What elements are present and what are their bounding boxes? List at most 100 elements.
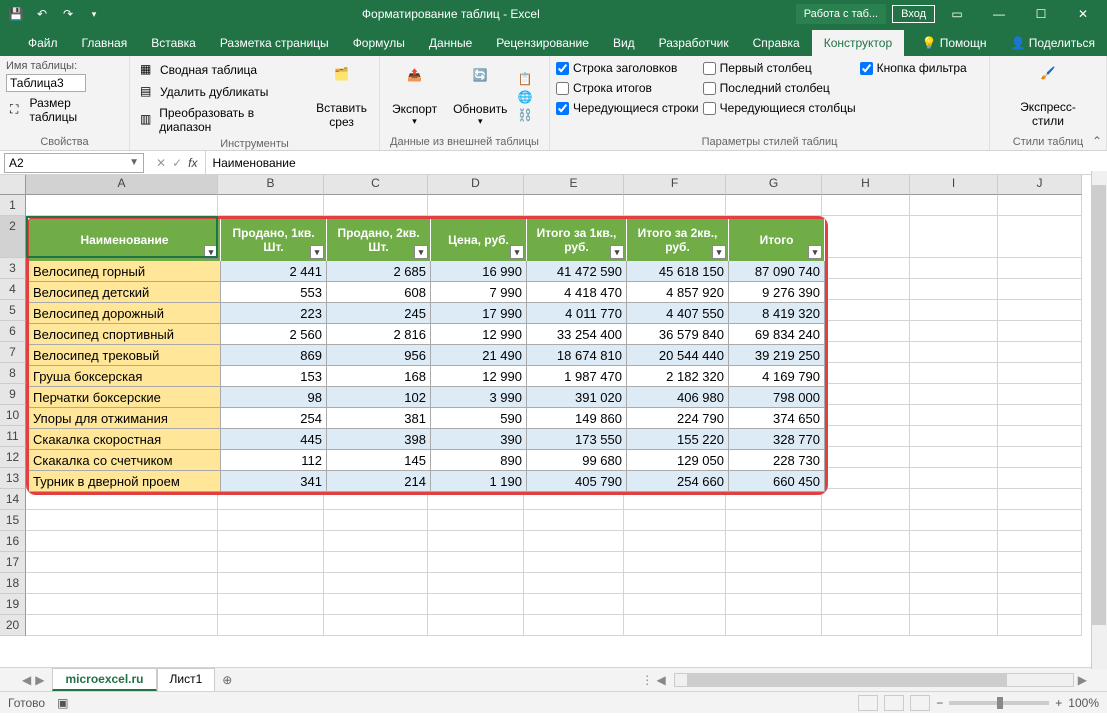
cell[interactable]	[822, 615, 910, 636]
cell[interactable]	[910, 321, 998, 342]
cell[interactable]	[910, 489, 998, 510]
table-cell[interactable]: 20 544 440	[627, 345, 729, 366]
select-all-corner[interactable]	[0, 175, 26, 195]
cell[interactable]	[218, 552, 324, 573]
formula-bar[interactable]: Наименование	[205, 151, 1107, 174]
table-cell[interactable]: Велосипед дорожный	[29, 303, 221, 324]
table-cell[interactable]: Велосипед горный	[29, 261, 221, 282]
cell[interactable]	[998, 216, 1082, 258]
table-cell[interactable]: 4 169 790	[729, 366, 825, 387]
row-header[interactable]: 9	[0, 384, 26, 405]
row-header[interactable]: 11	[0, 426, 26, 447]
row-header[interactable]: 20	[0, 615, 26, 636]
table-cell[interactable]: Упоры для отжимания	[29, 408, 221, 429]
cell[interactable]	[726, 615, 822, 636]
cell[interactable]	[998, 447, 1082, 468]
cell[interactable]	[624, 552, 726, 573]
remove-duplicates-button[interactable]: ▤Удалить дубликаты	[136, 82, 306, 102]
cell[interactable]	[910, 216, 998, 258]
cell[interactable]	[624, 573, 726, 594]
table-cell[interactable]: 1 190	[431, 471, 527, 492]
cell[interactable]	[822, 573, 910, 594]
undo-icon[interactable]: ↶	[30, 2, 54, 26]
table-cell[interactable]: 254	[221, 408, 327, 429]
column-header[interactable]: C	[324, 175, 428, 195]
sheet-nav-prev-icon[interactable]: ◀	[22, 673, 31, 687]
row-header[interactable]: 12	[0, 447, 26, 468]
cell[interactable]	[910, 384, 998, 405]
minimize-icon[interactable]: —	[979, 2, 1019, 26]
total-row-checkbox[interactable]: Строка итогов	[556, 80, 699, 96]
page-layout-view-icon[interactable]	[884, 695, 904, 711]
table-cell[interactable]: 69 834 240	[729, 324, 825, 345]
table-cell[interactable]: 228 730	[729, 450, 825, 471]
cell[interactable]	[26, 531, 218, 552]
cell[interactable]	[428, 615, 524, 636]
table-cell[interactable]: 4 407 550	[627, 303, 729, 324]
table-cell[interactable]: 4 011 770	[527, 303, 627, 324]
table-cell[interactable]: 391 020	[527, 387, 627, 408]
cell[interactable]	[822, 258, 910, 279]
table-cell[interactable]: 18 674 810	[527, 345, 627, 366]
pivot-table-button[interactable]: ▦Сводная таблица	[136, 60, 306, 80]
cell[interactable]	[822, 279, 910, 300]
table-cell[interactable]: 590	[431, 408, 527, 429]
cell[interactable]	[822, 405, 910, 426]
cell[interactable]	[822, 489, 910, 510]
cell[interactable]	[624, 510, 726, 531]
table-cell[interactable]: 214	[327, 471, 431, 492]
cell[interactable]	[324, 531, 428, 552]
maximize-icon[interactable]: ☐	[1021, 2, 1061, 26]
cell[interactable]	[998, 405, 1082, 426]
cell[interactable]	[624, 594, 726, 615]
row-header[interactable]: 14	[0, 489, 26, 510]
cell[interactable]	[26, 510, 218, 531]
table-cell[interactable]: 398	[327, 429, 431, 450]
column-header[interactable]: G	[726, 175, 822, 195]
filter-dropdown-icon[interactable]: ▾	[808, 245, 822, 259]
name-box[interactable]: A2 ▼	[4, 153, 144, 173]
cell[interactable]	[218, 531, 324, 552]
column-header[interactable]: E	[524, 175, 624, 195]
cell[interactable]	[26, 615, 218, 636]
table-cell[interactable]: 153	[221, 366, 327, 387]
filter-dropdown-icon[interactable]: ▾	[610, 245, 624, 259]
cell[interactable]	[998, 384, 1082, 405]
cell[interactable]	[910, 552, 998, 573]
cell[interactable]	[998, 195, 1082, 216]
table-cell[interactable]: 9 276 390	[729, 282, 825, 303]
unlink-icon[interactable]: ⛓️	[517, 108, 532, 122]
tab-данные[interactable]: Данные	[417, 30, 484, 56]
table-header[interactable]: Итого▾	[729, 219, 825, 261]
cell[interactable]	[822, 510, 910, 531]
table-cell[interactable]: Велосипед спортивный	[29, 324, 221, 345]
login-button[interactable]: Вход	[892, 5, 935, 23]
cell[interactable]	[998, 468, 1082, 489]
table-cell[interactable]: 553	[221, 282, 327, 303]
row-header[interactable]: 19	[0, 594, 26, 615]
cell[interactable]	[910, 363, 998, 384]
cell[interactable]	[26, 552, 218, 573]
table-cell[interactable]: 2 560	[221, 324, 327, 345]
export-button[interactable]: 📤Экспорт▾	[386, 60, 443, 134]
cell[interactable]	[218, 573, 324, 594]
cells-area[interactable]: Наименование▾Продано, 1кв. Шт.▾Продано, …	[26, 195, 1082, 667]
cell[interactable]	[324, 573, 428, 594]
table-cell[interactable]: 173 550	[527, 429, 627, 450]
column-header[interactable]: B	[218, 175, 324, 195]
cell[interactable]	[428, 552, 524, 573]
table-header[interactable]: Цена, руб.▾	[431, 219, 527, 261]
table-cell[interactable]: 36 579 840	[627, 324, 729, 345]
cell[interactable]	[822, 216, 910, 258]
table-cell[interactable]: 12 990	[431, 324, 527, 345]
cell[interactable]	[624, 615, 726, 636]
cell[interactable]	[822, 531, 910, 552]
row-header[interactable]: 15	[0, 510, 26, 531]
normal-view-icon[interactable]	[858, 695, 878, 711]
table-cell[interactable]: 245	[327, 303, 431, 324]
table-cell[interactable]: 608	[327, 282, 431, 303]
filter-dropdown-icon[interactable]: ▾	[510, 245, 524, 259]
table-cell[interactable]: 869	[221, 345, 327, 366]
column-header[interactable]: H	[822, 175, 910, 195]
filter-button-checkbox[interactable]: Кнопка фильтра	[860, 60, 967, 76]
